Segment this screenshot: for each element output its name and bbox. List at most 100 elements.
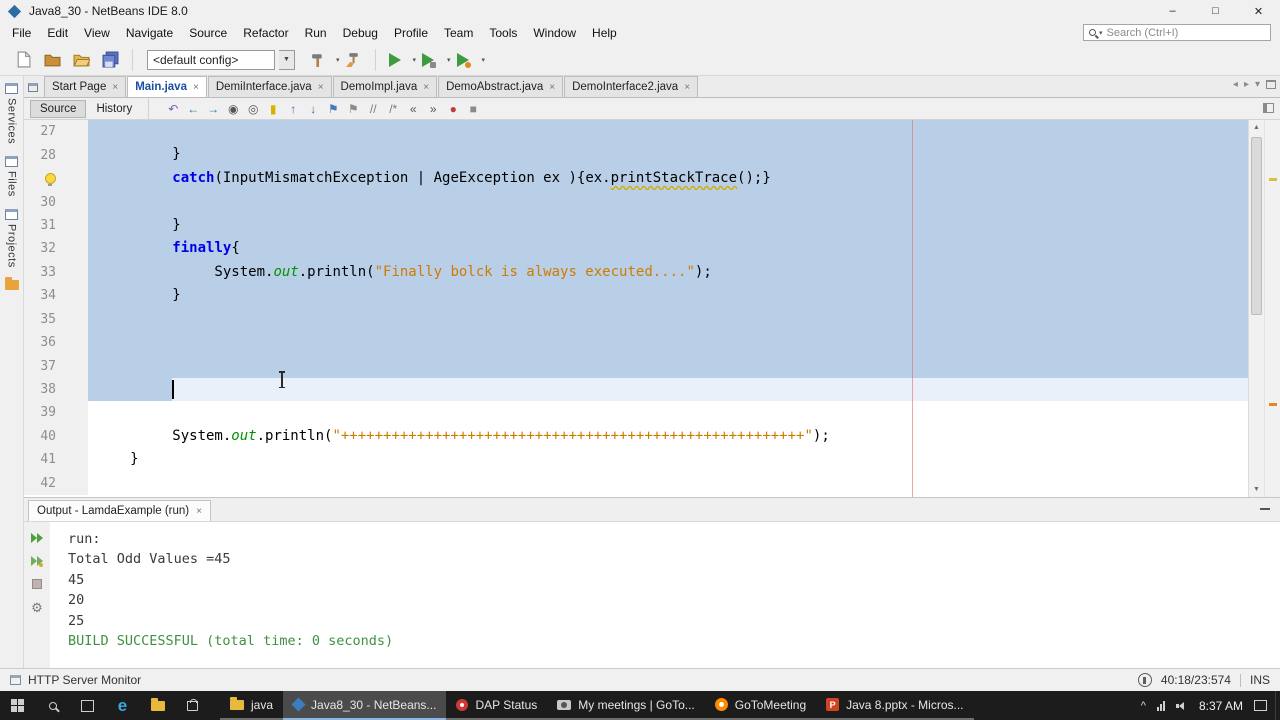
code-editor[interactable]: 27 28 } catch(InputMismatchException | Ag…	[24, 120, 1280, 497]
code-text[interactable]: }	[88, 448, 1248, 471]
code-line[interactable]: 31 }	[24, 213, 1248, 238]
code-line[interactable]: catch(InputMismatchException | AgeExcept…	[24, 166, 1248, 191]
last-edit-location-icon[interactable]: ↶	[163, 100, 183, 118]
action-center-icon[interactable]	[1254, 700, 1267, 711]
uncomment-icon[interactable]: /*	[383, 100, 403, 118]
toggle-highlight-search-icon[interactable]: ▮	[263, 100, 283, 118]
code-text[interactable]	[88, 354, 1248, 378]
clean-build-button[interactable]	[340, 47, 366, 73]
show-desktop-button[interactable]	[1275, 691, 1280, 720]
taskbar-app-my-meetings-goto[interactable]: My meetings | GoTo...	[547, 691, 705, 720]
task-view-button[interactable]	[70, 691, 105, 720]
line-number[interactable]: 33	[24, 260, 62, 285]
scroll-tabs-right-icon[interactable]: ▸	[1244, 79, 1249, 90]
previous-occurrence-icon[interactable]: ↑	[283, 100, 303, 118]
code-line[interactable]: 40 System.out.println("+++++++++++++++++…	[24, 424, 1248, 449]
stop-button[interactable]	[28, 576, 46, 592]
taskbar-app-gotomeeting[interactable]: GoToMeeting	[704, 691, 817, 720]
find-selection-icon[interactable]: ◉	[223, 100, 243, 118]
scroll-tabs-left-icon[interactable]: ◂	[1233, 79, 1238, 90]
tab-start-page[interactable]: Start Page ×	[44, 76, 127, 97]
run-project-button[interactable]	[382, 47, 408, 73]
code-line[interactable]: 30	[24, 190, 1248, 214]
code-text[interactable]: }	[88, 143, 1248, 167]
code-line[interactable]: 28 }	[24, 143, 1248, 167]
tab-demoabstract-java[interactable]: DemoAbstract.java ×	[438, 76, 564, 97]
dock-files[interactable]: Files	[5, 154, 18, 199]
scrollbar-thumb[interactable]	[1251, 137, 1262, 315]
projects-folder-icon[interactable]	[4, 276, 19, 290]
tab-list-icon[interactable]: ▾	[1255, 79, 1260, 90]
menu-edit[interactable]: Edit	[39, 23, 76, 43]
code-line[interactable]: 32 finally{	[24, 237, 1248, 261]
menu-refactor[interactable]: Refactor	[235, 23, 296, 43]
code-text[interactable]	[88, 120, 1248, 144]
menu-view[interactable]: View	[76, 23, 118, 43]
minimize-button[interactable]: –	[1151, 0, 1194, 22]
line-number[interactable]: 38	[24, 377, 62, 402]
start-button[interactable]	[0, 691, 35, 720]
tab-close-icon[interactable]: ×	[318, 82, 324, 93]
source-view-button[interactable]: Source	[30, 99, 87, 118]
toggle-bookmark-icon[interactable]: ⚑	[323, 100, 343, 118]
line-number[interactable]: 32	[24, 237, 62, 261]
config-dropdown[interactable]: <default config>	[147, 49, 275, 70]
restore-window-group-icon[interactable]	[28, 83, 38, 92]
code-line[interactable]: 27	[24, 120, 1248, 144]
menu-run[interactable]: Run	[297, 23, 335, 43]
tab-demointerface2-java[interactable]: DemoInterface2.java ×	[564, 76, 699, 97]
debug-project-button[interactable]	[416, 47, 442, 73]
tab-close-icon[interactable]: ×	[549, 82, 555, 93]
code-line[interactable]: 36	[24, 330, 1248, 355]
error-stripe-caret-mark[interactable]	[1269, 403, 1277, 406]
comment-icon[interactable]: //	[363, 100, 383, 118]
file-explorer-button[interactable]	[140, 691, 175, 720]
line-number[interactable]: 34	[24, 284, 62, 308]
save-all-button[interactable]	[97, 47, 123, 73]
next-occurrence-icon[interactable]: ↓	[303, 100, 323, 118]
line-number[interactable]: 40	[24, 424, 62, 449]
code-text[interactable]	[88, 330, 1248, 355]
settings-button[interactable]: ⚙	[28, 599, 46, 615]
menu-tools[interactable]: Tools	[481, 23, 525, 43]
line-number[interactable]: 42	[24, 471, 62, 495]
line-number[interactable]	[24, 166, 62, 191]
line-number[interactable]: 37	[24, 354, 62, 378]
tab-close-icon[interactable]: ×	[112, 82, 118, 93]
taskbar-search-button[interactable]	[35, 691, 70, 720]
line-number[interactable]: 41	[24, 448, 62, 472]
history-view-button[interactable]: History	[86, 100, 142, 118]
find-next-occurrence-icon[interactable]: ◎	[243, 100, 263, 118]
dock-services[interactable]: Services	[5, 81, 18, 146]
code-line[interactable]: 34 }	[24, 284, 1248, 308]
new-file-button[interactable]	[10, 47, 36, 73]
code-line[interactable]: 41 }	[24, 448, 1248, 472]
taskbar-app-java8-30-netbeans[interactable]: Java8_30 - NetBeans...	[283, 691, 447, 720]
tab-demoimpl-java[interactable]: DemoImpl.java ×	[332, 76, 438, 97]
taskbar-app-dap-status[interactable]: DAP Status	[446, 691, 548, 720]
config-dropdown-arrow-icon[interactable]: ▼	[279, 49, 295, 70]
code-text[interactable]	[88, 401, 1248, 424]
start-macro-recording-icon[interactable]: ●	[443, 100, 463, 118]
code-line[interactable]: 38	[24, 377, 1248, 402]
notifications-icon[interactable]	[1137, 673, 1152, 687]
line-number[interactable]: 28	[24, 143, 62, 167]
menu-profile[interactable]: Profile	[386, 23, 436, 43]
code-text[interactable]: catch(InputMismatchException | AgeExcept…	[88, 166, 1248, 191]
code-text[interactable]	[88, 472, 1248, 495]
back-icon[interactable]: ←	[183, 100, 203, 118]
store-button[interactable]	[175, 691, 210, 720]
maximize-button[interactable]: □	[1194, 0, 1237, 22]
close-button[interactable]: ✕	[1237, 0, 1280, 22]
forward-icon[interactable]: →	[203, 100, 223, 118]
profile-project-button[interactable]	[451, 47, 477, 73]
code-line[interactable]: 35	[24, 307, 1248, 331]
shift-left-icon[interactable]: «	[403, 100, 423, 118]
menu-navigate[interactable]: Navigate	[118, 23, 181, 43]
code-text[interactable]: }	[88, 213, 1248, 238]
line-number[interactable]: 36	[24, 330, 62, 355]
menu-file[interactable]: File	[4, 23, 39, 43]
menu-source[interactable]: Source	[181, 23, 235, 43]
code-text[interactable]	[88, 190, 1248, 214]
menu-window[interactable]: Window	[525, 23, 584, 43]
